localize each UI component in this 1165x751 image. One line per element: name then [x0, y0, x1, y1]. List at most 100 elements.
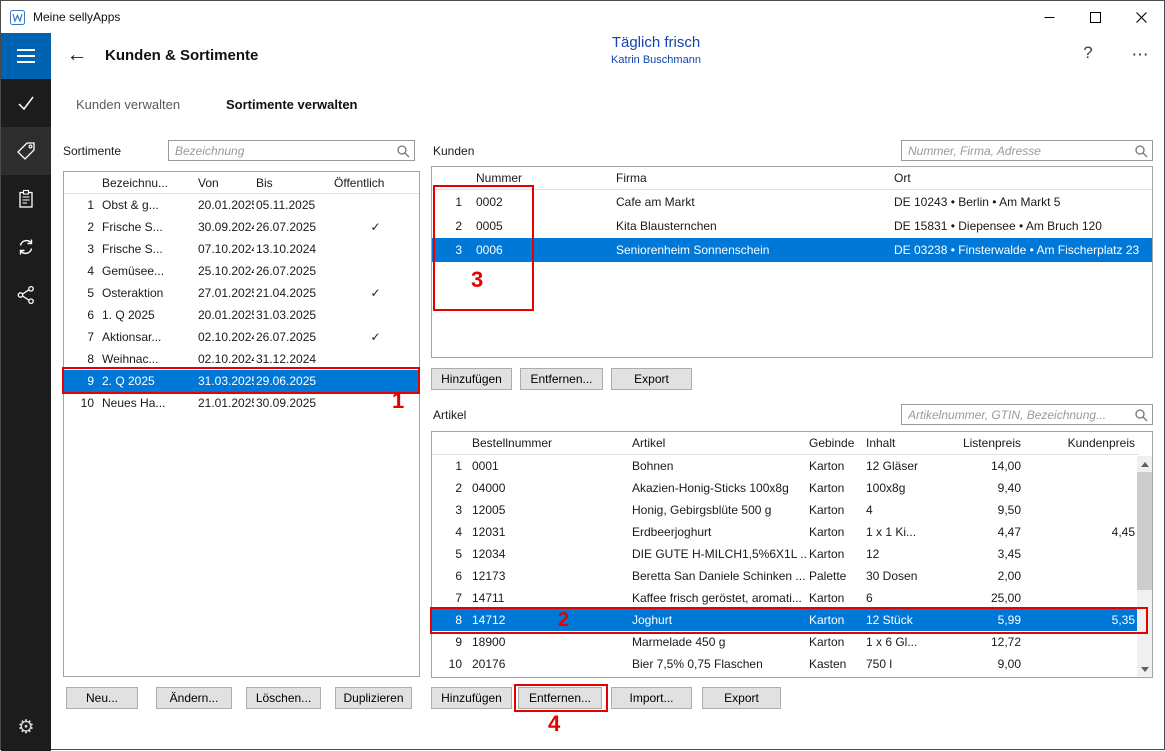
table-cell: 2: [64, 216, 100, 238]
tab-kunden-verwalten[interactable]: Kunden verwalten: [76, 97, 180, 112]
menu-button[interactable]: [1, 33, 51, 79]
column-header[interactable]: Kundenpreis: [1025, 432, 1139, 454]
table-row[interactable]: 814712JoghurtKarton12 Stück5,995,35: [432, 609, 1139, 631]
kunden-hinzufuegen-button[interactable]: Hinzufügen: [431, 368, 512, 390]
scrollbar-up-button[interactable]: [1137, 456, 1152, 472]
sidebar-item-check[interactable]: [1, 79, 51, 127]
column-header[interactable]: Bis: [254, 172, 332, 193]
sidebar-item-clipboard[interactable]: [1, 175, 51, 223]
sortimente-search-input[interactable]: [168, 140, 415, 161]
user-name: Katrin Buschmann: [611, 54, 701, 66]
column-header[interactable]: Listenpreis: [942, 432, 1025, 454]
aendern-button[interactable]: Ändern...: [156, 687, 232, 709]
table-row[interactable]: 8Weihnac...02.10.202431.12.2024: [64, 348, 419, 370]
table-row[interactable]: 61. Q 202520.01.202531.03.2025: [64, 304, 419, 326]
artikel-hinzufuegen-button[interactable]: Hinzufügen: [431, 687, 512, 709]
table-cell: 6: [432, 565, 470, 587]
table-cell: Weihnac...: [100, 348, 196, 370]
table-row[interactable]: 412031ErdbeerjoghurtKarton1 x 1 Ki...4,4…: [432, 521, 1139, 543]
back-button[interactable]: ←: [64, 42, 90, 68]
minimize-button[interactable]: [1026, 1, 1072, 33]
artikel-entfernen-button[interactable]: Entfernen...: [518, 687, 602, 709]
neu-button[interactable]: Neu...: [66, 687, 138, 709]
column-header[interactable]: [432, 167, 474, 189]
table-cell: 6: [64, 304, 100, 326]
table-cell: 4,45: [1025, 521, 1139, 543]
artikel-export-button[interactable]: Export: [702, 687, 781, 709]
table-row[interactable]: 312005Honig, Gebirgsblüte 500 gKarton49,…: [432, 499, 1139, 521]
loeschen-button[interactable]: Löschen...: [246, 687, 321, 709]
column-header[interactable]: Ort: [892, 167, 1152, 189]
table-row[interactable]: 1020176Bier 7,5% 0,75 FlaschenKasten750 …: [432, 653, 1139, 675]
table-row[interactable]: 714711Kaffee frisch geröstet, aromati...…: [432, 587, 1139, 609]
table-row[interactable]: 1Obst & g...20.01.202505.11.2025: [64, 194, 419, 216]
kunden-export-button[interactable]: Export: [611, 368, 692, 390]
column-header[interactable]: Artikel: [630, 432, 807, 454]
sidebar-item-share[interactable]: [1, 271, 51, 319]
table-row[interactable]: 612173Beretta San Daniele Schinken ...Pa…: [432, 565, 1139, 587]
table-cell: 4: [64, 260, 100, 282]
sidebar-item-sync[interactable]: [1, 223, 51, 271]
maximize-button[interactable]: [1072, 1, 1118, 33]
scrollbar-thumb[interactable]: [1137, 472, 1152, 590]
table-row[interactable]: 10001BohnenKarton12 Gläser14,00: [432, 455, 1139, 477]
table-row[interactable]: 2Frische S...30.09.202426.07.2025✓: [64, 216, 419, 238]
table-cell: Karton: [807, 455, 864, 477]
table-row[interactable]: 3Frische S...07.10.202413.10.2024: [64, 238, 419, 260]
column-header[interactable]: Nummer: [474, 167, 614, 189]
table-cell: DIE GUTE H-MILCH1,5%6X1L ...: [630, 543, 807, 565]
close-button[interactable]: [1118, 1, 1164, 33]
column-header[interactable]: Firma: [614, 167, 892, 189]
table-cell: 5: [64, 282, 100, 304]
table-cell: Neues Ha...: [100, 392, 196, 414]
table-row[interactable]: 10002Cafe am MarktDE 10243 • Berlin • Am…: [432, 190, 1152, 214]
kunden-search-input[interactable]: [901, 140, 1153, 161]
duplizieren-button[interactable]: Duplizieren: [335, 687, 412, 709]
column-header[interactable]: Bestellnummer: [470, 432, 630, 454]
column-header[interactable]: Von: [196, 172, 254, 193]
table-row[interactable]: 20005Kita BlausternchenDE 15831 • Diepen…: [432, 214, 1152, 238]
table-cell: 12 Gläser: [864, 455, 942, 477]
column-header[interactable]: [432, 432, 470, 454]
table-row[interactable]: 204000Akazien-Honig-Sticks 100x8gKarton1…: [432, 477, 1139, 499]
table-cell: 750 l: [864, 653, 942, 675]
settings-button[interactable]: ⚙: [1, 709, 51, 745]
table-row[interactable]: 10Neues Ha...21.01.202530.09.2025: [64, 392, 419, 414]
column-header[interactable]: Inhalt: [864, 432, 942, 454]
scrollbar-down-button[interactable]: [1137, 661, 1152, 677]
column-header[interactable]: Gebinde: [807, 432, 864, 454]
table-row[interactable]: 5Osteraktion27.01.202521.04.2025✓: [64, 282, 419, 304]
sidebar-item-sortimente[interactable]: [1, 127, 51, 175]
table-cell: Karton: [807, 609, 864, 631]
table-cell: 5,35: [1025, 609, 1139, 631]
table-cell: 6: [864, 587, 942, 609]
column-header[interactable]: Öffentlich: [332, 172, 419, 193]
sortimente-table: Bezeichnu...VonBisÖffentlich1Obst & g...…: [63, 171, 420, 677]
table-row[interactable]: 92. Q 202531.03.202529.06.2025: [64, 370, 419, 392]
table-cell: 0006: [474, 238, 614, 262]
table-cell: 12034: [470, 543, 630, 565]
table-row[interactable]: 30006Seniorenheim SonnenscheinDE 03238 •…: [432, 238, 1152, 262]
table-cell: Honig, Gebirgsblüte 500 g: [630, 499, 807, 521]
table-cell: Osteraktion: [100, 282, 196, 304]
table-row[interactable]: 918900Marmelade 450 gKarton1 x 6 Gl...12…: [432, 631, 1139, 653]
table-row[interactable]: 7Aktionsar...02.10.202426.07.2025✓: [64, 326, 419, 348]
table-cell: DE 10243 • Berlin • Am Markt 5: [892, 190, 1152, 214]
artikel-search-input[interactable]: [901, 404, 1153, 425]
table-cell: 07.10.2024: [196, 238, 254, 260]
table-row[interactable]: 4Gemüsee...25.10.202426.07.2025: [64, 260, 419, 282]
kunden-entfernen-button[interactable]: Entfernen...: [520, 368, 603, 390]
table-cell: 1 x 6 Gl...: [864, 631, 942, 653]
table-cell: [1025, 653, 1139, 675]
column-header[interactable]: [64, 172, 100, 193]
tab-sortimente-verwalten[interactable]: Sortimente verwalten: [226, 97, 358, 112]
artikel-import-button[interactable]: Import...: [611, 687, 692, 709]
more-button[interactable]: ⋯: [1127, 45, 1153, 65]
column-header[interactable]: Bezeichnu...: [100, 172, 196, 193]
table-cell: ✓: [332, 326, 419, 348]
table-row[interactable]: 512034DIE GUTE H-MILCH1,5%6X1L ...Karton…: [432, 543, 1139, 565]
scrollbar[interactable]: [1137, 456, 1152, 677]
table-cell: Karton: [807, 477, 864, 499]
help-button[interactable]: ?: [1077, 43, 1099, 63]
table-cell: Kaffee frisch geröstet, aromati...: [630, 587, 807, 609]
